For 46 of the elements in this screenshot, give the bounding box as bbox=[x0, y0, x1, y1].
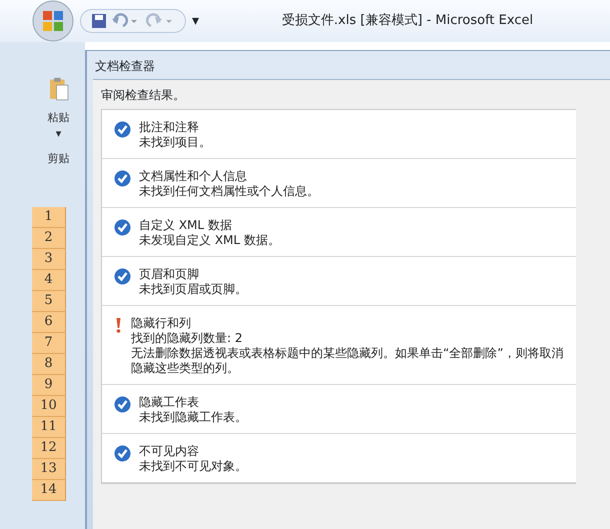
checkmark-icon bbox=[114, 121, 131, 138]
checkmark-icon bbox=[114, 445, 131, 462]
results-heading: 审阅检查结果。 bbox=[101, 87, 186, 104]
row-header[interactable]: 14 bbox=[32, 480, 66, 501]
result-title: 隐藏工作表 bbox=[139, 395, 200, 410]
result-title: 批注和注释 bbox=[139, 120, 200, 135]
row-header[interactable]: 8 bbox=[32, 354, 66, 375]
result-title: 隐藏行和列 bbox=[131, 316, 192, 331]
result-detail: 未找到任何文档属性或个人信息。 bbox=[139, 184, 319, 199]
checkmark-icon bbox=[114, 396, 131, 413]
row-header[interactable]: 9 bbox=[32, 375, 66, 396]
result-detail: 无法删除数据透视表或表格标题中的某些隐藏列。如果单击“全部删除”，则将取消隐藏这些类型的列。 bbox=[131, 346, 564, 376]
row-header[interactable]: 2 bbox=[32, 228, 66, 249]
row-header[interactable]: 4 bbox=[32, 270, 66, 291]
caret-icon[interactable]: ▾ bbox=[56, 126, 62, 142]
row-header[interactable]: 11 bbox=[32, 417, 66, 438]
row-header[interactable]: 3 bbox=[32, 249, 66, 270]
result-detail: 未找到页眉或页脚。 bbox=[139, 282, 247, 297]
result-title: 文档属性和个人信息 bbox=[139, 169, 248, 184]
redo-icon[interactable] bbox=[145, 13, 175, 29]
row-header[interactable]: 10 bbox=[32, 396, 66, 417]
result-detail: 未找到不可见对象。 bbox=[139, 459, 247, 474]
checkmark-icon bbox=[114, 268, 131, 285]
row-header[interactable]: 12 bbox=[32, 438, 66, 459]
result-detail: 未发现自定义 XML 数据。 bbox=[139, 233, 280, 248]
row-header[interactable]: 1 bbox=[32, 207, 66, 228]
row-header[interactable]: 6 bbox=[32, 312, 66, 333]
result-title: 不可见内容 bbox=[139, 444, 200, 459]
checkmark-icon bbox=[114, 219, 131, 236]
save-icon[interactable] bbox=[91, 13, 107, 29]
office-button[interactable] bbox=[32, 0, 74, 42]
paste-label[interactable]: 粘贴 bbox=[48, 110, 70, 126]
window-title: 受损文件.xls [兼容模式] - Microsoft Excel bbox=[280, 12, 534, 30]
checkmark-icon bbox=[114, 170, 131, 187]
row-header[interactable]: 7 bbox=[32, 333, 66, 354]
result-detail: 未找到隐藏工作表。 bbox=[139, 410, 247, 425]
result-title: 自定义 XML 数据 bbox=[139, 218, 233, 233]
result-detail: 找到的隐藏列数量: 2 bbox=[131, 331, 244, 346]
row-header[interactable]: 13 bbox=[32, 459, 66, 480]
row-header[interactable]: 5 bbox=[32, 291, 66, 312]
customize-button[interactable]: ▾ bbox=[192, 10, 200, 32]
result-detail: 未找到项目。 bbox=[139, 135, 211, 150]
group-label: 剪贴 bbox=[48, 150, 70, 166]
exclamation-icon bbox=[114, 317, 123, 334]
dialog-title: 文档检查器 bbox=[94, 58, 156, 75]
result-title: 页眉和页脚 bbox=[139, 267, 200, 282]
